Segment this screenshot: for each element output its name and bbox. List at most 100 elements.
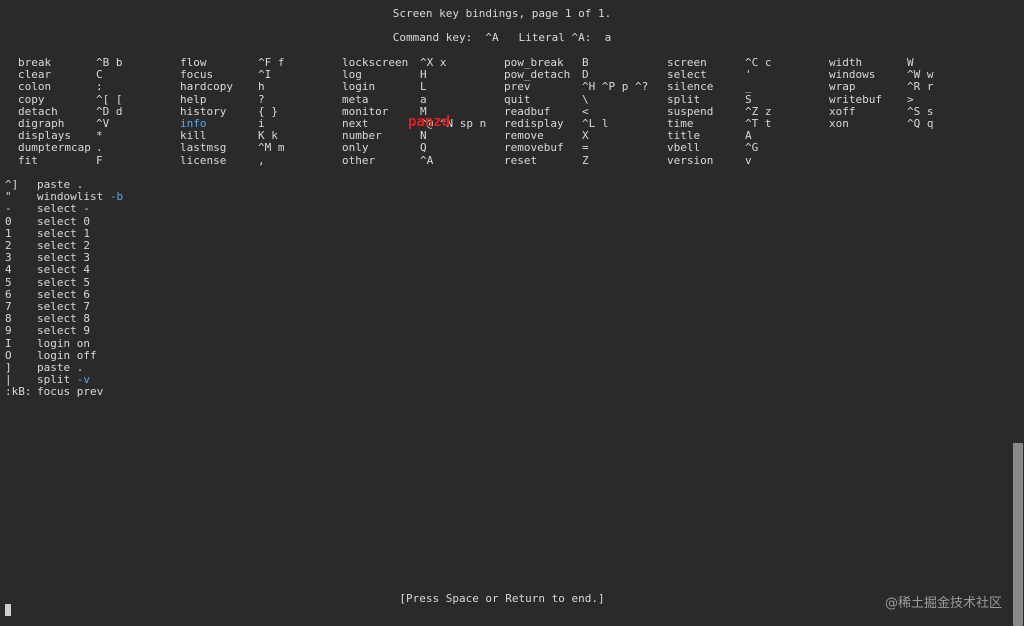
binding-command: next [342,117,369,130]
binding-key: h [258,80,265,94]
binding-key: ^F f [258,56,285,69]
extra-binding-command: select - [37,203,90,215]
extra-binding-command: select 4 [37,264,90,276]
binding-command: readbuf [504,104,551,118]
binding-key: Z [582,153,589,167]
binding-key: ? [258,92,265,106]
binding-command: vbell [667,141,701,155]
binding-key: : [96,80,103,94]
binding-command: reset [504,153,538,167]
extra-binding-command: select 9 [37,325,90,337]
binding-command: only [342,141,369,155]
extra-binding-command-text: login on [37,336,90,350]
binding-command: meta [342,92,369,106]
binding-key: Q [420,141,427,155]
extra-binding-command-text: select 6 [37,287,90,301]
binding-key: i [258,117,265,130]
extra-binding-command: select 0 [37,215,90,228]
extra-binding-key: 9 [5,324,12,338]
binding-command: silence [667,80,714,94]
terminal-cursor [5,604,11,616]
binding-key: ^V [96,117,110,130]
binding-command: monitor [342,104,389,118]
binding-key: > [907,92,914,106]
extra-binding-command: login on [37,336,90,350]
extra-binding-key: O [5,348,12,362]
extra-binding-command: select 6 [37,287,90,301]
extra-binding-key: | [5,373,12,387]
extra-binding-command-text: select 2 [37,239,90,252]
binding-key: B [582,56,589,69]
binding-command: license [180,153,227,167]
binding-command: prev [504,80,531,94]
binding-key: _ [745,80,752,94]
binding-command: log [342,68,362,82]
binding-command: hardcopy [180,80,233,94]
extra-binding-command: select 2 [37,240,90,252]
binding-key: < [582,104,589,118]
binding-key: F [96,153,103,167]
extra-binding-key: 7 [5,300,12,313]
screen-title: Screen key bindings, page 1 of 1. [392,7,612,20]
binding-command: flow [180,56,207,69]
extra-binding-key: - [5,202,12,216]
binding-key: ^I [258,68,272,82]
binding-key: , [258,153,265,167]
command-key-line: Command key: ^A Literal ^A: a [392,31,612,44]
overlay-label: panzd [408,114,451,130]
extra-binding-command-text: windowlist [37,190,104,204]
binding-key: ^T t [745,117,772,130]
binding-key: ^Z z [745,104,772,118]
binding-command: windows [829,68,876,82]
extra-binding-command-text: select 1 [37,226,90,240]
extra-binding-command: select 7 [37,301,90,313]
binding-command: suspend [667,104,714,118]
binding-command: colon [18,80,52,94]
binding-key: S [745,92,752,106]
scrollbar-thumb[interactable] [1013,443,1023,626]
binding-key: ^W w [907,68,934,82]
binding-key: K k [258,129,278,143]
extra-binding-command-text: paste . [37,178,84,191]
binding-command: lockscreen [342,56,409,69]
extra-binding-key: 6 [5,287,12,301]
binding-command: quit [504,92,531,106]
binding-key: = [582,141,589,155]
binding-command: redisplay [504,117,564,130]
binding-command: detach [18,104,58,118]
binding-command: dumptermcap [18,141,91,155]
binding-command: fit [18,153,38,167]
binding-command: writebuf [829,92,882,106]
binding-command: removebuf [504,141,564,155]
binding-command: focus [180,68,214,82]
extra-binding-argument: -b [109,190,124,204]
binding-key: ^R r [907,80,934,94]
binding-key: { } [258,104,278,118]
extra-binding-command: focus prev [37,386,103,398]
binding-key: . [96,141,103,155]
binding-command: select [667,68,707,82]
extra-binding-key: I [5,336,12,350]
binding-command: history [180,104,227,118]
extra-binding-command-text: paste . [37,361,84,374]
binding-command: clear [18,68,52,82]
binding-key: L [420,80,427,94]
binding-command: lastmsg [180,141,227,155]
binding-command: pow_break [504,56,564,69]
extra-binding-key: ] [5,361,12,374]
extra-binding-command-text: focus prev [37,385,104,399]
binding-key: ^[ [ [96,92,123,106]
binding-command: remove [504,129,544,143]
binding-key: ^L l [582,117,609,130]
binding-key: A [745,129,752,143]
binding-command: version [667,153,714,167]
binding-key: W [907,56,914,69]
extra-binding-key: 4 [5,263,12,277]
binding-command: time [667,117,694,130]
binding-command: copy [18,92,45,106]
binding-key: D [582,68,589,82]
binding-key: X [582,129,589,143]
binding-command: xon [829,117,849,130]
binding-key: ^C c [745,56,772,69]
extra-binding-command-text: login off [37,348,97,362]
